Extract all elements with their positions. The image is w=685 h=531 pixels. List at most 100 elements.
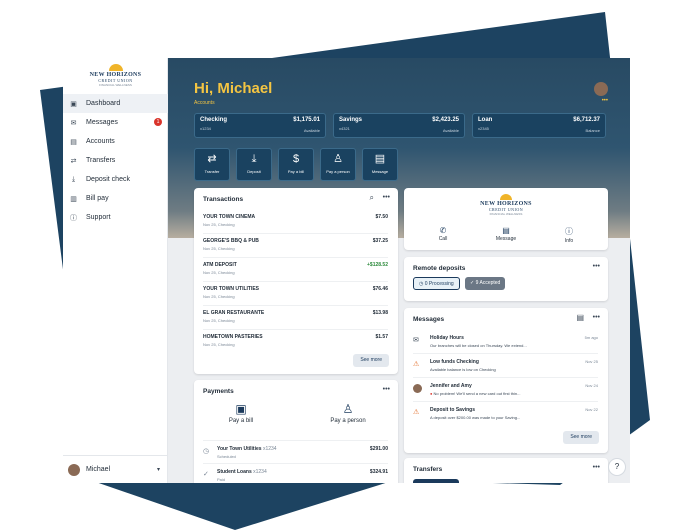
see-more-button[interactable]: See more — [353, 354, 389, 367]
cu-action-label: Info — [564, 238, 574, 244]
accounts-more-button[interactable]: ••• — [602, 98, 608, 104]
accounts-icon: ▤ — [70, 138, 77, 146]
more-options-icon[interactable]: ••• — [593, 464, 600, 471]
message-body: A deposit over $200.00 was made to your … — [430, 415, 521, 420]
accepted-button[interactable]: ✓ 9 Accepted — [465, 277, 506, 290]
message-title: Jennifer and Amy — [430, 383, 472, 389]
account-amount: $6,712.37 — [573, 117, 600, 123]
sidebar: NEW HORIZONS CREDIT UNION FINANCIAL WELL… — [63, 58, 168, 483]
message-body: ● No problem! We'll send a new card out … — [430, 391, 520, 396]
bill-amount: $324.91 — [369, 469, 388, 475]
help-button[interactable]: ? — [608, 458, 626, 476]
message-title: Holiday Hours — [430, 335, 464, 341]
sidebar-item-dashboard[interactable]: ▣ Dashboard — [63, 94, 168, 113]
avatar — [413, 384, 422, 395]
person-icon: ♙ — [342, 402, 354, 416]
quick-action-label: Pay a person — [326, 169, 350, 174]
sidebar-item-messages[interactable]: ✉ Messages 1 — [63, 113, 168, 132]
sidebar-item-support[interactable]: ⓘ Support — [63, 208, 168, 227]
transaction-amount: $37.25 — [372, 238, 388, 244]
account-number: x1234 — [200, 126, 211, 131]
transfer-button[interactable] — [413, 479, 459, 483]
brand-logo: NEW HORIZONS CREDIT UNION FINANCIAL WELL… — [63, 64, 168, 87]
deposit-icon: ⤓ — [251, 153, 257, 165]
account-amount: $2,423.25 — [432, 117, 459, 123]
more-options-icon[interactable]: ••• — [593, 263, 600, 270]
account-amount: $1,175.01 — [293, 117, 320, 123]
processing-label: 0 Processing — [424, 281, 454, 287]
transaction-name: ATM DEPOSIT — [203, 262, 237, 268]
transaction-detail: Nov 25, Checking — [203, 318, 235, 323]
bill-account: x1234 — [262, 446, 277, 452]
account-number: x2345 — [478, 126, 489, 131]
quick-action-transfer[interactable]: ⇄ Transfer — [194, 148, 230, 181]
message-body-text: No problem! We'll send a new card out fi… — [433, 391, 521, 396]
logo-line3: FINANCIAL WELLNESS — [489, 212, 523, 216]
user-menu[interactable]: Michael ▾ — [63, 455, 168, 483]
quick-action-label: Pay a bill — [287, 169, 305, 174]
mail-icon: ✉ — [413, 337, 419, 344]
card-title: Remote deposits — [413, 265, 466, 272]
list-item[interactable]: ◷ Your Town Utilities x1234 Scheduled $2… — [203, 440, 388, 463]
quick-action-deposit[interactable]: ⤓ Deposit — [236, 148, 272, 181]
more-options-icon[interactable]: ••• — [383, 386, 390, 393]
list-item[interactable]: ⚠ Low funds Checking Available balance i… — [413, 356, 598, 378]
transaction-amount: $13.98 — [372, 310, 388, 316]
call-button[interactable]: ✆ Call — [423, 226, 463, 242]
account-card-checking[interactable]: Checking x1234 $1,175.01 Available — [194, 113, 326, 138]
more-options-icon[interactable]: ••• — [383, 194, 390, 201]
sidebar-item-deposit-check[interactable]: ⤓ Deposit check — [63, 170, 168, 189]
help-icon: ⓘ — [70, 214, 77, 222]
message-date: Nov 22 — [585, 407, 598, 412]
list-item[interactable]: Jennifer and Amy ● No problem! We'll sen… — [413, 380, 598, 402]
transaction-detail: Nov 25, Checking — [203, 270, 235, 275]
payments-card: Payments ••• ▣ Pay a bill ♙ Pay a person… — [194, 380, 398, 483]
account-card-savings[interactable]: Savings x4321 $2,423.25 Available — [333, 113, 465, 138]
processing-button[interactable]: ◷ 0 Processing — [413, 277, 460, 290]
search-icon[interactable]: ⌕ — [370, 193, 374, 203]
sidebar-item-bill-pay[interactable]: ▥ Bill pay — [63, 189, 168, 208]
table-row[interactable]: EL GRAN RESTAURANTE Nov 25, Checking $13… — [203, 306, 388, 330]
table-row[interactable]: ATM DEPOSIT Nov 25, Checking +$128.52 — [203, 258, 388, 282]
pay-person-button[interactable]: ♙ Pay a person — [318, 402, 378, 424]
quick-action-pay-person[interactable]: ♙ Pay a person — [320, 148, 356, 181]
table-row[interactable]: GEORGE'S BBQ & PUB Nov 25, Checking $37.… — [203, 234, 388, 258]
account-amount-label: Balance — [585, 128, 600, 133]
account-card-loan[interactable]: Loan x2345 $6,712.37 Balance — [472, 113, 606, 138]
transaction-detail: Nov 25, Checking — [203, 294, 235, 299]
more-options-icon[interactable]: ••• — [593, 314, 600, 321]
sidebar-item-label: Bill pay — [86, 195, 109, 202]
info-button[interactable]: ⓘ Info — [549, 226, 589, 244]
bill-payee: Your Town Utilities — [217, 446, 262, 452]
compose-icon[interactable]: ▤ — [576, 313, 584, 322]
list-item[interactable]: ✉ Holiday Hours Our branches will be clo… — [413, 332, 598, 354]
transaction-amount: +$128.52 — [367, 262, 388, 268]
phone-icon: ✆ — [439, 226, 447, 235]
list-item[interactable]: ✓ Student Loans x1234 Paid $324.91 — [203, 463, 388, 483]
message-button[interactable]: ▤ Message — [486, 226, 526, 242]
message-date: 5m ago — [584, 335, 598, 340]
transaction-amount: $1.57 — [375, 334, 388, 340]
message-date: Nov 25 — [585, 359, 598, 364]
sidebar-item-transfers[interactable]: ⇄ Transfers — [63, 151, 168, 170]
message-date: Nov 24 — [585, 383, 598, 388]
transactions-card: Transactions ⌕ ••• YOUR TOWN CINEMA Nov … — [194, 188, 398, 374]
sidebar-nav: ▣ Dashboard ✉ Messages 1 ▤ Accounts ⇄ Tr… — [63, 94, 168, 227]
quick-action-message[interactable]: ▤ Message — [362, 148, 398, 181]
sidebar-item-label: Accounts — [86, 138, 115, 145]
transaction-detail: Nov 25, Checking — [203, 342, 235, 347]
quick-action-pay-bill[interactable]: $ Pay a bill — [278, 148, 314, 181]
logo-line3: FINANCIAL WELLNESS — [99, 83, 132, 87]
table-row[interactable]: YOUR TOWN CINEMA Nov 25, Checking $7.50 — [203, 210, 388, 234]
transfers-card: Transfers ••• — [404, 458, 608, 483]
see-more-button[interactable]: See more — [563, 431, 599, 444]
check-icon: ✓ — [203, 471, 209, 478]
user-name: Michael — [86, 466, 111, 473]
table-row[interactable]: YOUR TOWN UTILITIES Nov 25, Checking $76… — [203, 282, 388, 306]
pay-bill-button[interactable]: ▣ Pay a bill — [211, 402, 271, 424]
sidebar-item-accounts[interactable]: ▤ Accounts — [63, 132, 168, 151]
table-row[interactable]: HOMETOWN PASTERIES Nov 25, Checking $1.5… — [203, 330, 388, 354]
avatar[interactable] — [594, 82, 608, 96]
list-item[interactable]: ⚠ Deposit to Savings A deposit over $200… — [413, 404, 598, 426]
stage: NEW HORIZONS CREDIT UNION FINANCIAL WELL… — [0, 0, 685, 531]
